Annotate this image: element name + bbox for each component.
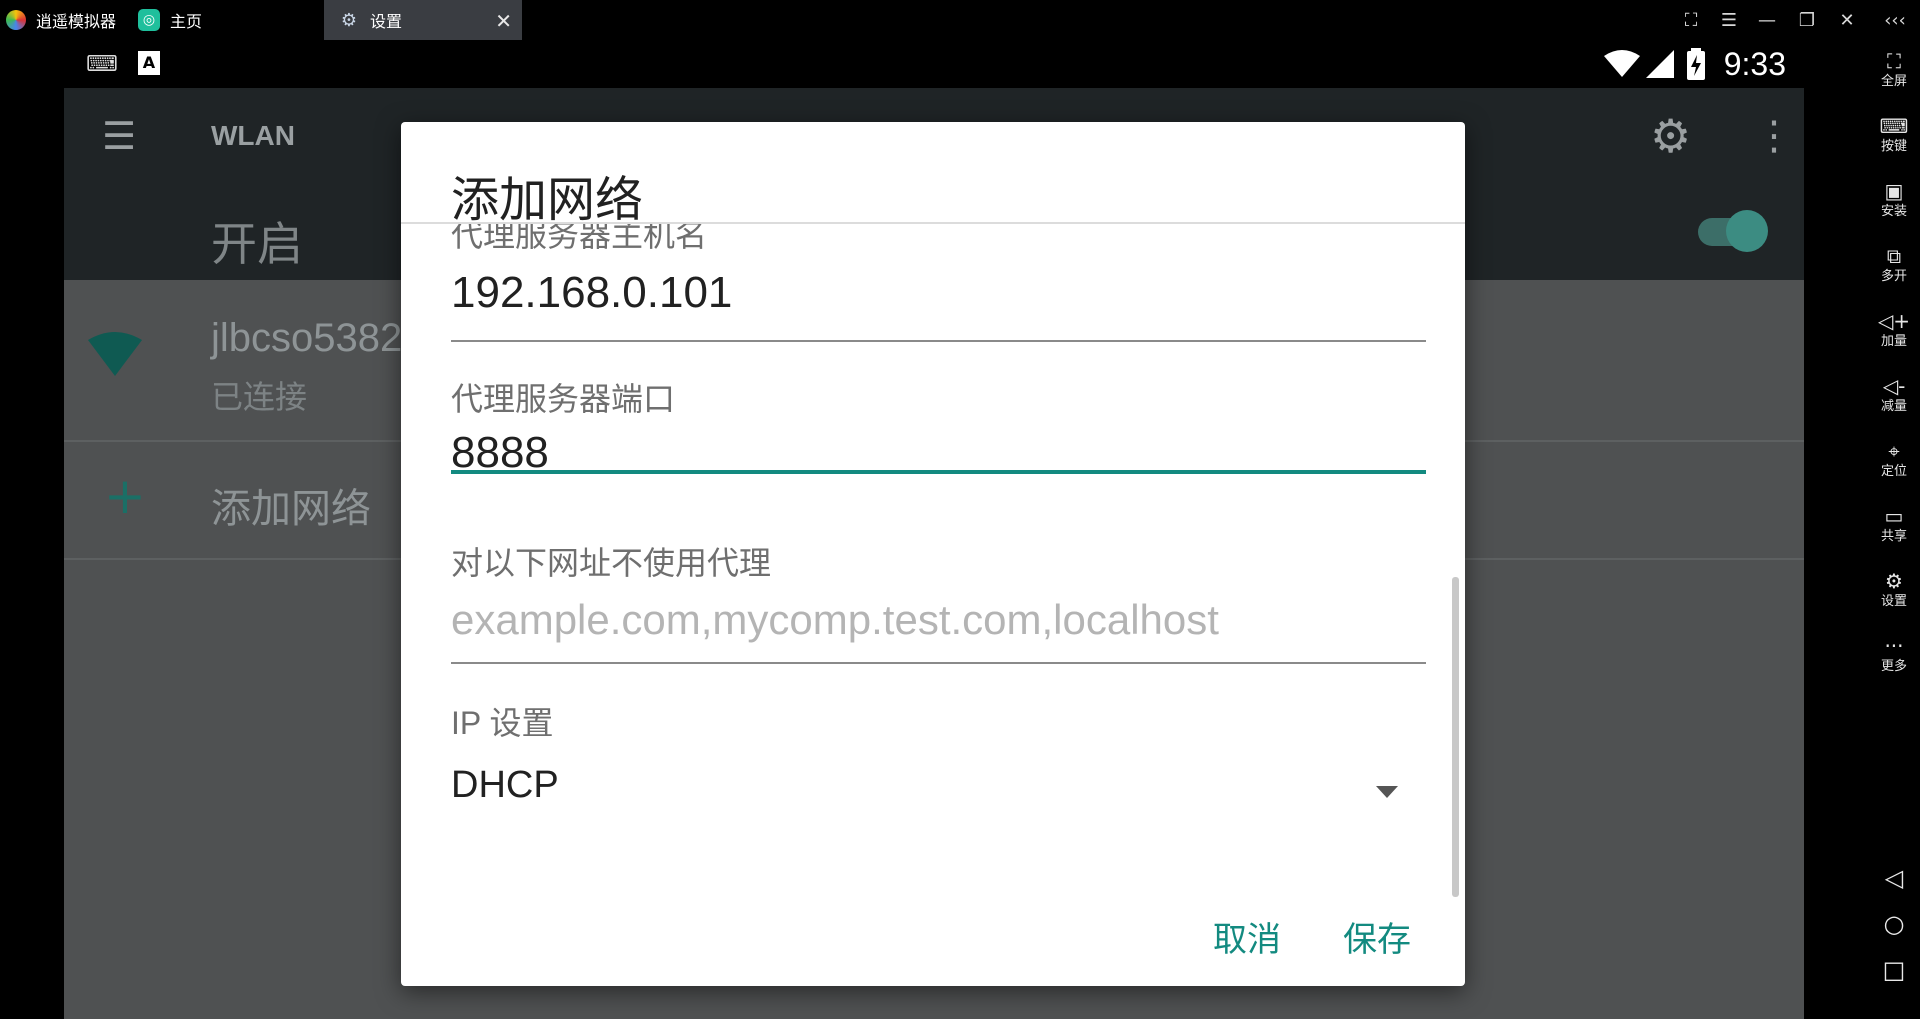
multi-instance-icon: ⧉ xyxy=(1886,244,1902,268)
home-icon: ◎ xyxy=(138,9,160,31)
sidebar-item-settings[interactable]: ⚙ 设置 xyxy=(1868,568,1920,610)
sidebar-item-volume-up[interactable]: ◁+ 加量 xyxy=(1868,308,1920,350)
more-icon: ··· xyxy=(1884,634,1904,658)
dialog-scrollbar[interactable] xyxy=(1452,577,1459,897)
close-tab-icon[interactable]: ✕ xyxy=(495,9,512,33)
switch-label: 开启 xyxy=(211,218,303,270)
gear-icon: ⚙ xyxy=(340,9,358,31)
back-nav-icon[interactable]: ◁ xyxy=(1868,864,1920,892)
sidebar-item-label: 设置 xyxy=(1880,594,1907,609)
minimize-icon[interactable]: — xyxy=(1748,0,1786,40)
sidebar-item-label: 多开 xyxy=(1880,269,1907,284)
apk-install-icon: ▣ xyxy=(1884,179,1904,203)
sidebar-item-label: 按键 xyxy=(1880,139,1907,154)
status-bar: ⌨ A 9:33 xyxy=(64,40,1804,88)
battery-charging-icon xyxy=(1687,48,1705,80)
emulator-titlebar: 逍遥模拟器 ◎ 主页 ⚙ 设置 ✕ ⛶ ☰ — ❐ ✕ ‹‹‹ xyxy=(0,0,1920,40)
tab-home[interactable]: ◎ 主页 xyxy=(138,0,202,40)
proxy-port-underline xyxy=(451,470,1426,474)
add-network-dialog: 添加网络 代理服务器主机名 192.168.0.101 代理服务器端口 8888… xyxy=(401,122,1465,986)
bypass-proxy-underline xyxy=(451,662,1426,664)
wifi-signal-icon xyxy=(1604,50,1640,77)
wlan-toggle[interactable] xyxy=(1698,210,1768,252)
proxy-host-input[interactable]: 192.168.0.101 xyxy=(451,268,732,318)
keyboard-icon: ⌨ xyxy=(1879,114,1909,138)
proxy-host-underline xyxy=(451,340,1426,342)
screenshot-icon[interactable]: ⛶ xyxy=(1672,0,1710,40)
wifi-icon xyxy=(88,332,142,376)
folder-icon: ▭ xyxy=(1884,504,1904,528)
overflow-menu-icon[interactable]: ⋮ xyxy=(1754,112,1794,160)
app-name: 逍遥模拟器 xyxy=(36,12,117,31)
toggle-thumb xyxy=(1726,210,1768,252)
close-window-icon[interactable]: ✕ xyxy=(1828,0,1866,40)
hamburger-menu-icon[interactable]: ☰ xyxy=(102,116,136,156)
gear-icon[interactable]: ⚙ xyxy=(1650,112,1691,160)
sidebar-item-keymap[interactable]: ⌨ 按键 xyxy=(1868,113,1920,155)
location-icon: ⌖ xyxy=(1888,439,1900,463)
home-nav-icon[interactable]: ○ xyxy=(1868,910,1920,938)
restore-icon[interactable]: ❐ xyxy=(1788,0,1826,40)
dialog-title: 添加网络 xyxy=(451,174,644,227)
recents-nav-icon[interactable]: □ xyxy=(1868,956,1920,984)
app-logo-icon xyxy=(6,10,26,30)
sidebar-item-label: 更多 xyxy=(1880,659,1907,674)
cell-signal-icon xyxy=(1646,50,1674,78)
sidebar-item-label: 全屏 xyxy=(1880,74,1907,89)
sidebar-item-label: 定位 xyxy=(1880,464,1907,479)
keyboard-icon: ⌨ xyxy=(86,52,118,77)
sidebar-item-share[interactable]: ▭ 共享 xyxy=(1868,503,1920,545)
ip-settings-label: IP 设置 xyxy=(451,705,554,741)
bypass-proxy-input[interactable]: example.com,mycomp.test.com,localhost xyxy=(451,596,1219,644)
sidebar-item-label: 安装 xyxy=(1880,204,1907,219)
ip-settings-select[interactable]: DHCP xyxy=(451,764,1426,824)
proxy-port-label: 代理服务器端口 xyxy=(451,381,676,417)
sidebar-item-location[interactable]: ⌖ 定位 xyxy=(1868,438,1920,480)
sidebar-item-label: 加量 xyxy=(1880,334,1907,349)
sidebar-item-label: 共享 xyxy=(1880,529,1907,544)
gear-icon: ⚙ xyxy=(1885,569,1903,593)
collapse-sidebar-icon[interactable]: ‹‹‹ xyxy=(1876,0,1914,40)
sidebar-item-label: 减量 xyxy=(1880,399,1907,414)
cancel-button[interactable]: 取消 xyxy=(1213,912,1281,961)
sidebar-item-multi[interactable]: ⧉ 多开 xyxy=(1868,243,1920,285)
add-network-label: 添加网络 xyxy=(211,487,371,531)
network-status: 已连接 xyxy=(211,379,308,415)
emulator-sidebar: ⛶ 全屏 ⌨ 按键 ▣ 安装 ⧉ 多开 ◁+ 加量 ◁- 减量 ⌖ 定位 ▭ 共… xyxy=(1868,40,1920,1019)
status-clock: 9:33 xyxy=(1723,46,1786,82)
volume-down-icon: ◁- xyxy=(1882,374,1906,398)
tab-settings-label: 设置 xyxy=(370,12,403,31)
sidebar-item-fullscreen[interactable]: ⛶ 全屏 xyxy=(1868,48,1920,90)
appbar-title: WLAN xyxy=(211,120,295,151)
sidebar-item-volume-down[interactable]: ◁- 减量 xyxy=(1868,373,1920,415)
emulator-app-tab[interactable]: 逍遥模拟器 xyxy=(6,0,116,40)
input-method-icon: A xyxy=(138,51,160,75)
save-button[interactable]: 保存 xyxy=(1343,912,1411,961)
fullscreen-icon: ⛶ xyxy=(1887,49,1901,73)
network-ssid: jlbcso5382 xyxy=(211,316,403,360)
bypass-proxy-label: 对以下网址不使用代理 xyxy=(451,545,772,581)
menu-icon[interactable]: ☰ xyxy=(1710,0,1748,40)
dialog-content: 代理服务器主机名 192.168.0.101 代理服务器端口 8888 对以下网… xyxy=(401,224,1465,874)
tab-settings[interactable]: ⚙ 设置 ✕ xyxy=(324,0,522,40)
sidebar-item-more[interactable]: ··· 更多 xyxy=(1868,633,1920,675)
ip-settings-value: DHCP xyxy=(451,764,559,806)
dropdown-arrow-icon xyxy=(1376,786,1398,798)
volume-up-icon: ◁+ xyxy=(1877,309,1911,333)
proxy-host-label: 代理服务器主机名 xyxy=(451,224,708,253)
sidebar-item-install[interactable]: ▣ 安装 xyxy=(1868,178,1920,220)
tab-home-label: 主页 xyxy=(170,12,203,31)
plus-icon: + xyxy=(104,467,146,525)
